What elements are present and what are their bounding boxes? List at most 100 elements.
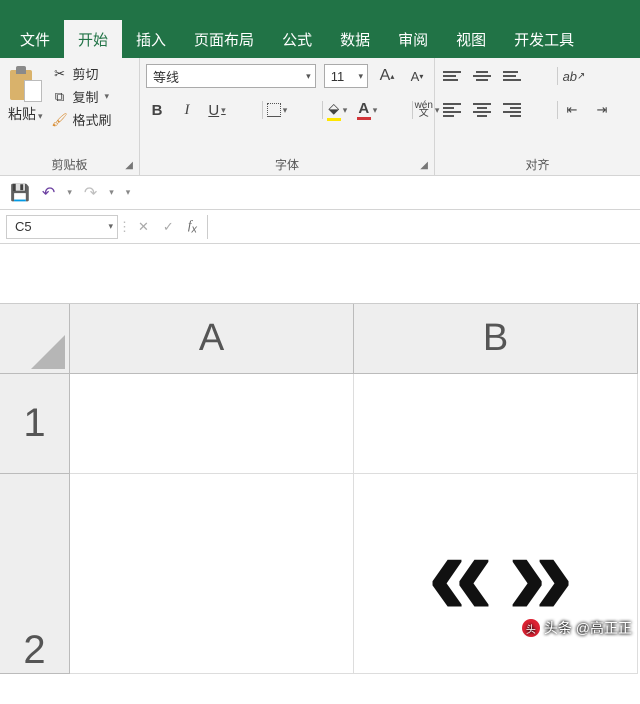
- formula-input[interactable]: [207, 215, 640, 239]
- tab-page-layout[interactable]: 页面布局: [180, 20, 268, 58]
- spreadsheet-grid: A B 1 2 « »: [0, 304, 640, 704]
- watermark: 头 头条 @高正正: [522, 618, 632, 638]
- formula-bar: C5 ▾ ⋮ ✕ ✓ fx: [0, 210, 640, 244]
- align-top-icon: [443, 69, 461, 83]
- paste-button[interactable]: 粘贴▾: [6, 62, 45, 126]
- chevron-down-icon: ▾: [373, 105, 378, 116]
- chevron-down-icon: ▾: [105, 91, 110, 102]
- tab-file[interactable]: 文件: [6, 20, 64, 58]
- save-button[interactable]: 💾: [10, 183, 30, 203]
- align-middle-button[interactable]: [471, 64, 493, 88]
- undo-button[interactable]: ↶: [42, 183, 55, 203]
- font-size-value: 11: [331, 69, 345, 84]
- align-center-icon: [473, 101, 491, 119]
- redo-button[interactable]: ↷: [84, 183, 97, 203]
- cell-b1[interactable]: [354, 374, 638, 474]
- separator: [236, 98, 258, 122]
- border-icon: [267, 103, 281, 117]
- cell-a2[interactable]: [70, 474, 354, 674]
- font-name-value: 等线: [153, 67, 179, 86]
- chevron-down-icon: ▾: [300, 71, 311, 82]
- align-right-icon: [503, 101, 521, 119]
- bucket-icon: ⬙: [328, 100, 339, 117]
- tab-insert[interactable]: 插入: [122, 20, 180, 58]
- brush-icon: 🖌: [51, 112, 69, 128]
- name-box[interactable]: C5 ▾: [6, 215, 118, 239]
- cut-label: 剪切: [73, 64, 99, 83]
- increase-font-button[interactable]: A▴: [376, 64, 398, 88]
- dialog-launcher-icon[interactable]: ◢: [420, 160, 428, 171]
- align-bottom-icon: [503, 69, 521, 83]
- group-font: 等线 ▾ 11 ▾ A▴ A▾ B I U▾ ▾: [140, 58, 435, 175]
- chevron-down-icon: ▾: [435, 105, 440, 116]
- increase-indent-button[interactable]: ⇥: [591, 98, 613, 122]
- align-left-icon: [443, 101, 461, 119]
- tab-review[interactable]: 审阅: [384, 20, 442, 58]
- align-left-button[interactable]: [441, 98, 463, 122]
- format-painter-label: 格式刷: [73, 110, 112, 129]
- insert-function-button[interactable]: fx: [188, 217, 197, 236]
- column-header-a[interactable]: A: [70, 304, 354, 374]
- paste-icon: [8, 64, 42, 102]
- cut-button[interactable]: ✂ 剪切: [51, 64, 112, 83]
- group-clipboard: 粘贴▾ ✂ 剪切 ⧉ 复制 ▾ 🖌 格式刷 剪贴板◢: [0, 58, 140, 175]
- italic-button[interactable]: I: [176, 98, 198, 122]
- tab-developer[interactable]: 开发工具: [500, 20, 588, 58]
- font-name-combo[interactable]: 等线 ▾: [146, 64, 316, 88]
- spacer: [0, 244, 640, 304]
- chevron-down-icon: ▾: [283, 105, 288, 116]
- chevron-down-icon[interactable]: ▾: [67, 187, 72, 198]
- align-bottom-button[interactable]: [501, 64, 523, 88]
- decrease-font-button[interactable]: A▾: [406, 64, 428, 88]
- indent-left-icon: ⇤: [567, 102, 578, 118]
- cancel-formula-button[interactable]: ✕: [138, 219, 149, 235]
- fill-color-button[interactable]: ⬙ ▾: [326, 98, 348, 122]
- quick-access-toolbar: 💾 ↶ ▾ ↷ ▾ ▾: [0, 176, 640, 210]
- title-bar: [0, 0, 640, 20]
- scissors-icon: ✂: [51, 66, 69, 82]
- borders-button[interactable]: ▾: [266, 98, 288, 122]
- tab-view[interactable]: 视图: [442, 20, 500, 58]
- tab-data[interactable]: 数据: [326, 20, 384, 58]
- separator: [531, 64, 553, 88]
- group-font-label: 字体: [275, 158, 299, 172]
- enter-formula-button[interactable]: ✓: [163, 219, 174, 235]
- chevron-down-icon: ▾: [343, 105, 348, 116]
- column-header-b[interactable]: B: [354, 304, 638, 374]
- bold-button[interactable]: B: [146, 98, 168, 122]
- font-color-icon: A: [358, 100, 369, 117]
- paste-label: 粘贴: [8, 106, 36, 122]
- group-clipboard-label: 剪贴板: [51, 158, 87, 172]
- ribbon: 粘贴▾ ✂ 剪切 ⧉ 复制 ▾ 🖌 格式刷 剪贴板◢: [0, 58, 640, 176]
- underline-button[interactable]: U▾: [206, 98, 228, 122]
- decrease-indent-button[interactable]: ⇤: [561, 98, 583, 122]
- customize-qat-button[interactable]: ▾: [126, 187, 131, 198]
- font-color-button[interactable]: A ▾: [356, 98, 378, 122]
- group-alignment: ab↗ ⇤ ⇥ 对齐: [435, 58, 640, 175]
- font-size-combo[interactable]: 11 ▾: [324, 64, 368, 88]
- tab-formulas[interactable]: 公式: [268, 20, 326, 58]
- row-header-1[interactable]: 1: [0, 374, 70, 474]
- chevron-down-icon: ▾: [221, 105, 226, 116]
- copy-button[interactable]: ⧉ 复制 ▾: [51, 87, 112, 106]
- separator: [296, 98, 318, 122]
- tab-home[interactable]: 开始: [64, 20, 122, 58]
- cell-b2[interactable]: « »: [354, 474, 638, 674]
- copy-icon: ⧉: [51, 89, 69, 105]
- align-center-button[interactable]: [471, 98, 493, 122]
- chevron-down-icon[interactable]: ▾: [109, 187, 114, 198]
- separator: ⋮: [118, 219, 128, 235]
- row-header-2[interactable]: 2: [0, 474, 70, 674]
- orientation-icon: ab: [563, 69, 577, 84]
- format-painter-button[interactable]: 🖌 格式刷: [51, 110, 112, 129]
- orientation-button[interactable]: ab↗: [561, 64, 587, 88]
- align-top-button[interactable]: [441, 64, 463, 88]
- phonetic-icon: wén文: [415, 102, 433, 118]
- copy-label: 复制: [73, 87, 99, 106]
- cell-a1[interactable]: [70, 374, 354, 474]
- dialog-launcher-icon[interactable]: ◢: [125, 160, 133, 171]
- name-box-value: C5: [15, 219, 32, 234]
- align-right-button[interactable]: [501, 98, 523, 122]
- select-all-corner[interactable]: [0, 304, 70, 374]
- phonetic-guide-button[interactable]: wén文 ▾: [416, 98, 438, 122]
